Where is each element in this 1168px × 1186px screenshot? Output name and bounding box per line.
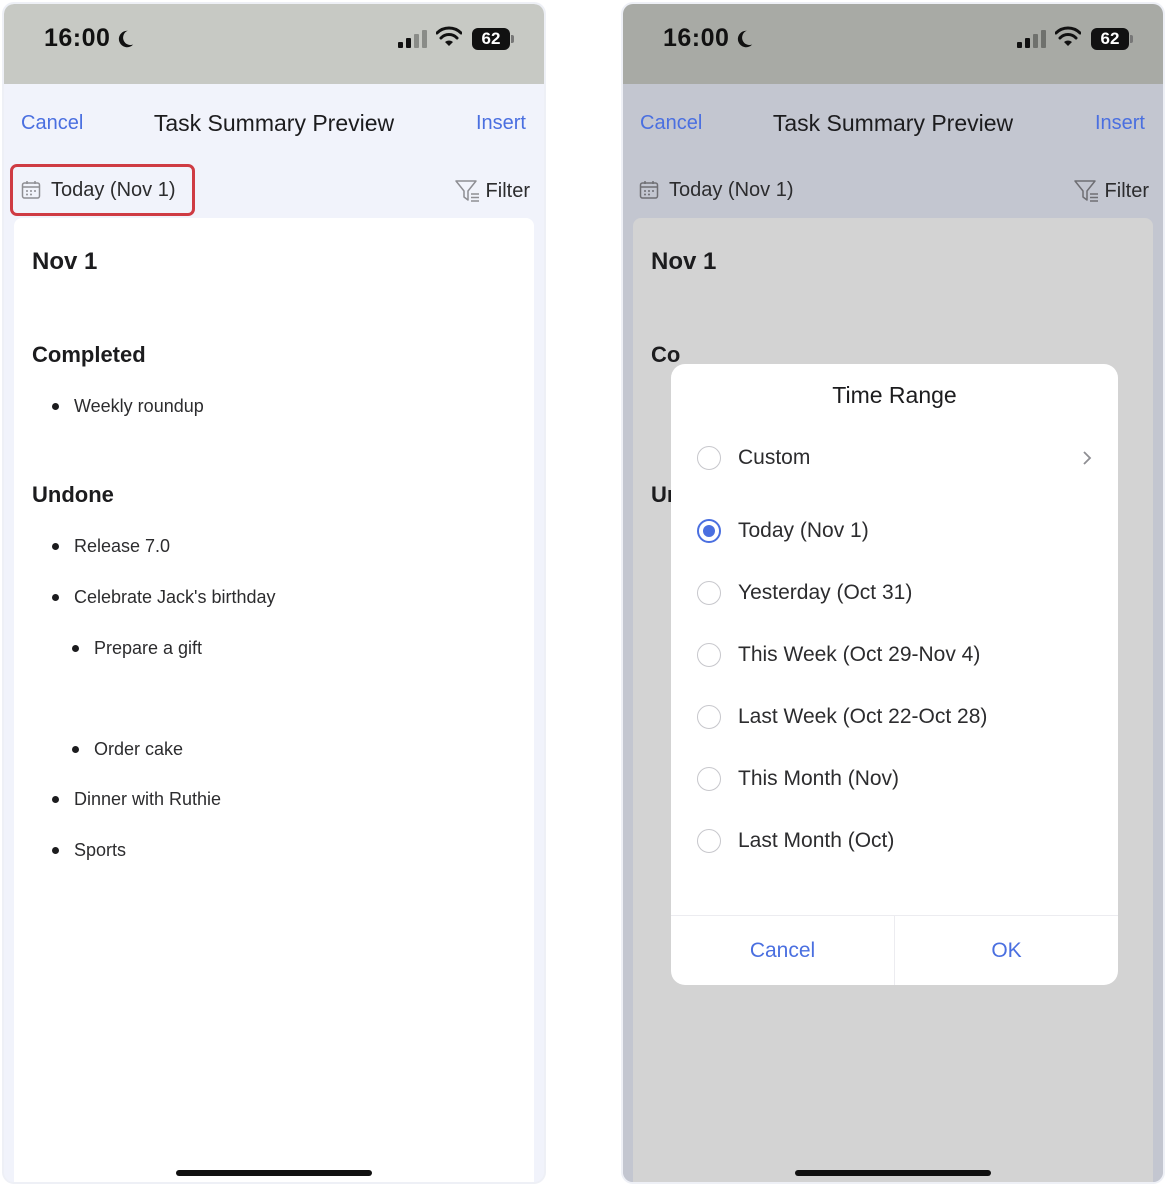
filter-label: Filter xyxy=(485,179,530,202)
filter-label: Filter xyxy=(1104,179,1149,202)
status-bar: 16:00 62 xyxy=(4,4,544,84)
filter-button[interactable]: Filter xyxy=(1073,178,1149,204)
radio-unselected-icon[interactable] xyxy=(697,829,721,853)
dialog-ok-button[interactable]: OK xyxy=(895,916,1118,985)
dialog-footer: Cancel OK xyxy=(671,915,1118,985)
option-yesterday[interactable]: Yesterday (Oct 31) xyxy=(697,573,1093,613)
bullet-icon xyxy=(52,796,59,803)
completed-heading: Completed xyxy=(32,342,146,367)
dialog-cancel-button[interactable]: Cancel xyxy=(671,916,895,985)
radio-selected-icon[interactable] xyxy=(697,519,721,543)
list-item: Sports xyxy=(52,840,126,861)
phone-screen-left: 16:00 62 Cancel Task Summary Preview Ins… xyxy=(2,2,546,1184)
summary-date: Nov 1 xyxy=(32,248,98,275)
signal-icon xyxy=(1017,30,1046,48)
radio-unselected-icon[interactable] xyxy=(697,581,721,605)
radio-unselected-icon[interactable] xyxy=(697,767,721,791)
dialog-title: Time Range xyxy=(832,382,957,408)
task-summary-sheet: Cancel Task Summary Preview Insert Today… xyxy=(4,84,544,1182)
bullet-icon xyxy=(72,645,79,652)
status-time: 16:00 xyxy=(663,24,730,52)
list-item: Dinner with Ruthie xyxy=(52,789,221,810)
page-title: Task Summary Preview xyxy=(772,110,1014,136)
task-summary-sheet: Cancel Task Summary Preview Insert Today… xyxy=(623,84,1163,1182)
wifi-icon xyxy=(436,26,462,46)
phone-screen-right: 16:00 62 Cancel Task Summary Preview Ins… xyxy=(621,2,1165,1184)
page-title: Task Summary Preview xyxy=(153,110,395,136)
option-custom[interactable]: Custom xyxy=(697,438,1093,478)
undone-heading: Undone xyxy=(32,482,114,507)
list-item: Release 7.0 xyxy=(52,536,170,557)
list-item: Prepare a gift xyxy=(72,638,202,659)
battery-icon: 62 xyxy=(1091,28,1133,50)
summary-content: Nov 1 Completed Weekly roundup Undone Re… xyxy=(14,218,534,1182)
insert-button[interactable]: Insert xyxy=(476,112,526,135)
option-today[interactable]: Today (Nov 1) xyxy=(697,511,1093,551)
bullet-icon xyxy=(52,403,59,410)
list-item: Order cake xyxy=(72,739,183,760)
option-this-month[interactable]: This Month (Nov) xyxy=(697,759,1093,799)
status-time: 16:00 xyxy=(44,24,111,52)
moon-icon xyxy=(737,30,753,48)
home-indicator xyxy=(176,1170,372,1176)
radio-unselected-icon[interactable] xyxy=(697,705,721,729)
chevron-right-icon xyxy=(1083,451,1092,465)
radio-unselected-icon[interactable] xyxy=(697,446,721,470)
wifi-icon xyxy=(1055,26,1081,46)
cancel-button[interactable]: Cancel xyxy=(640,112,702,135)
time-range-dialog: Time Range Custom Today (Nov 1) Yesterda… xyxy=(671,364,1118,985)
filter-icon xyxy=(1073,180,1098,202)
option-last-week[interactable]: Last Week (Oct 22-Oct 28) xyxy=(697,697,1093,737)
filter-icon xyxy=(454,180,479,202)
date-range-label: Today (Nov 1) xyxy=(669,178,794,201)
radio-unselected-icon[interactable] xyxy=(697,643,721,667)
status-bar: 16:00 62 xyxy=(623,4,1163,84)
option-last-month[interactable]: Last Month (Oct) xyxy=(697,821,1093,861)
date-range-label: Today (Nov 1) xyxy=(51,178,176,201)
battery-icon: 62 xyxy=(472,28,514,50)
bullet-icon xyxy=(52,594,59,601)
completed-heading-partial: Co xyxy=(651,342,681,367)
calendar-icon xyxy=(21,181,41,199)
date-range-button[interactable]: Today (Nov 1) xyxy=(10,164,195,216)
home-indicator xyxy=(795,1170,991,1176)
moon-icon xyxy=(118,30,134,48)
insert-button[interactable]: Insert xyxy=(1095,112,1145,135)
calendar-icon xyxy=(639,181,659,199)
filter-button[interactable]: Filter xyxy=(454,178,530,204)
summary-date: Nov 1 xyxy=(651,248,717,275)
bullet-icon xyxy=(52,543,59,550)
option-this-week[interactable]: This Week (Oct 29-Nov 4) xyxy=(697,635,1093,675)
date-range-button[interactable]: Today (Nov 1) xyxy=(631,164,810,216)
bullet-icon xyxy=(52,847,59,854)
bullet-icon xyxy=(72,746,79,753)
list-item: Celebrate Jack's birthday xyxy=(52,587,276,608)
cancel-button[interactable]: Cancel xyxy=(21,112,83,135)
signal-icon xyxy=(398,30,427,48)
list-item: Weekly roundup xyxy=(52,396,204,417)
